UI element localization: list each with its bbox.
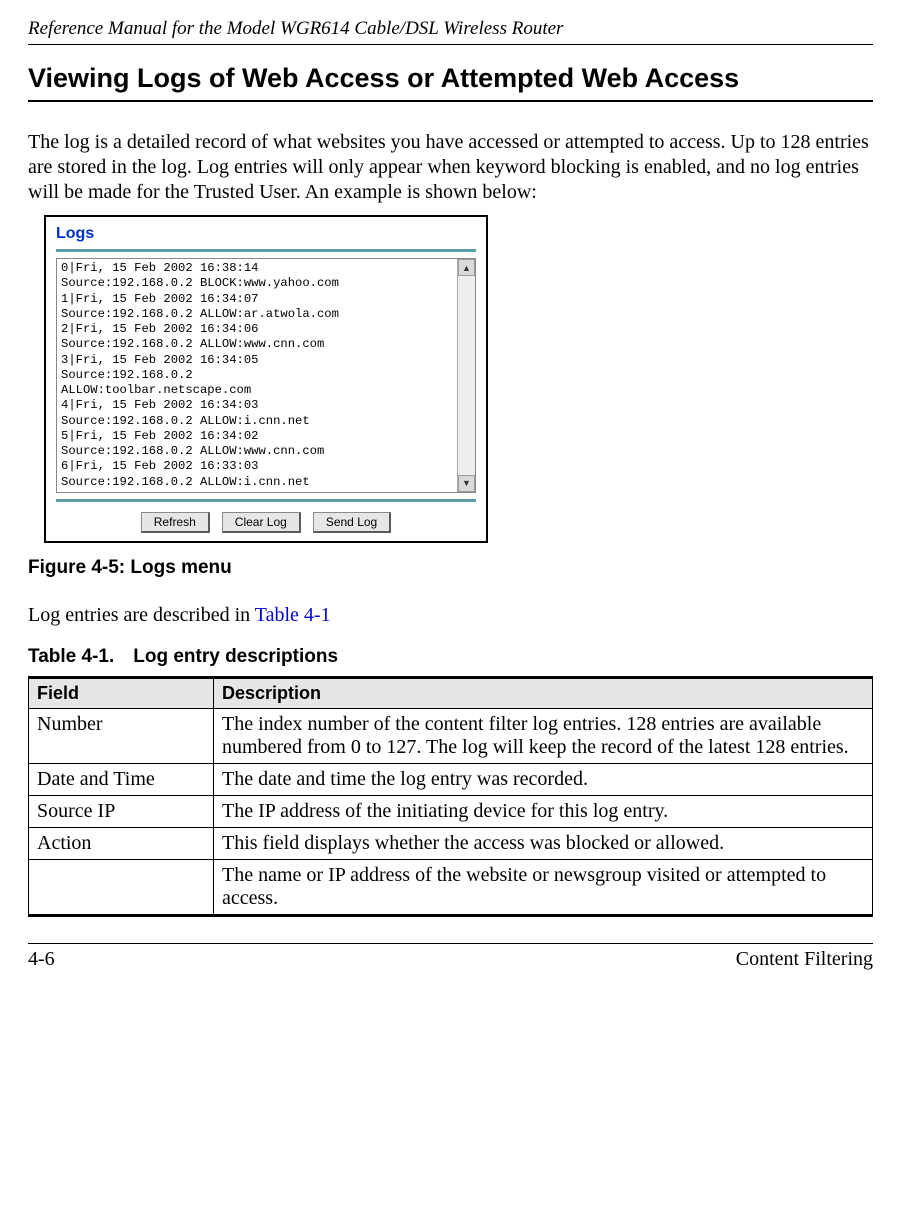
table-row: Source IP The IP address of the initiati… bbox=[29, 795, 873, 827]
table-row: The name or IP address of the website or… bbox=[29, 859, 873, 915]
table-row: Number The index number of the content f… bbox=[29, 708, 873, 763]
scroll-down-icon[interactable]: ▼ bbox=[458, 475, 475, 492]
running-header: Reference Manual for the Model WGR614 Ca… bbox=[28, 18, 873, 45]
table-caption: Table 4-1. Log entry descriptions bbox=[28, 646, 873, 668]
cell-field bbox=[29, 859, 214, 915]
log-content: 0|Fri, 15 Feb 2002 16:38:14 Source:192.1… bbox=[57, 259, 457, 492]
cell-field: Action bbox=[29, 827, 214, 859]
intro-paragraph: The log is a detailed record of what web… bbox=[28, 130, 873, 205]
chapter-name: Content Filtering bbox=[736, 948, 873, 971]
refresh-button[interactable]: Refresh bbox=[141, 512, 210, 533]
clear-log-button[interactable]: Clear Log bbox=[222, 512, 301, 533]
cell-desc: The name or IP address of the website or… bbox=[214, 859, 873, 915]
table-row: Action This field displays whether the a… bbox=[29, 827, 873, 859]
th-field: Field bbox=[29, 677, 214, 708]
button-row: Refresh Clear Log Send Log bbox=[52, 508, 480, 533]
page-number: 4-6 bbox=[28, 948, 55, 971]
th-description: Description bbox=[214, 677, 873, 708]
cell-desc: The date and time the log entry was reco… bbox=[214, 763, 873, 795]
cell-desc: The index number of the content filter l… bbox=[214, 708, 873, 763]
divider bbox=[56, 499, 476, 502]
table-row: Date and Time The date and time the log … bbox=[29, 763, 873, 795]
logs-screenshot: Logs 0|Fri, 15 Feb 2002 16:38:14 Source:… bbox=[44, 215, 488, 543]
table-ref-paragraph: Log entries are described in Table 4-1 bbox=[28, 603, 873, 628]
cell-field: Date and Time bbox=[29, 763, 214, 795]
cell-desc: The IP address of the initiating device … bbox=[214, 795, 873, 827]
divider bbox=[56, 249, 476, 252]
table-header-row: Field Description bbox=[29, 677, 873, 708]
send-log-button[interactable]: Send Log bbox=[313, 512, 391, 533]
table-ref-text: Log entries are described in bbox=[28, 604, 255, 626]
page-footer: 4-6 Content Filtering bbox=[28, 943, 873, 971]
cell-desc: This field displays whether the access w… bbox=[214, 827, 873, 859]
log-entry-table: Field Description Number The index numbe… bbox=[28, 676, 873, 917]
scroll-up-icon[interactable]: ▲ bbox=[458, 259, 475, 276]
scrollbar[interactable]: ▲ ▼ bbox=[457, 259, 475, 492]
logs-panel-title: Logs bbox=[52, 223, 480, 247]
cell-field: Source IP bbox=[29, 795, 214, 827]
log-textarea[interactable]: 0|Fri, 15 Feb 2002 16:38:14 Source:192.1… bbox=[56, 258, 476, 493]
figure-caption: Figure 4-5: Logs menu bbox=[28, 557, 873, 579]
cell-field: Number bbox=[29, 708, 214, 763]
table-ref-link[interactable]: Table 4-1 bbox=[255, 604, 331, 626]
section-heading: Viewing Logs of Web Access or Attempted … bbox=[28, 63, 873, 102]
